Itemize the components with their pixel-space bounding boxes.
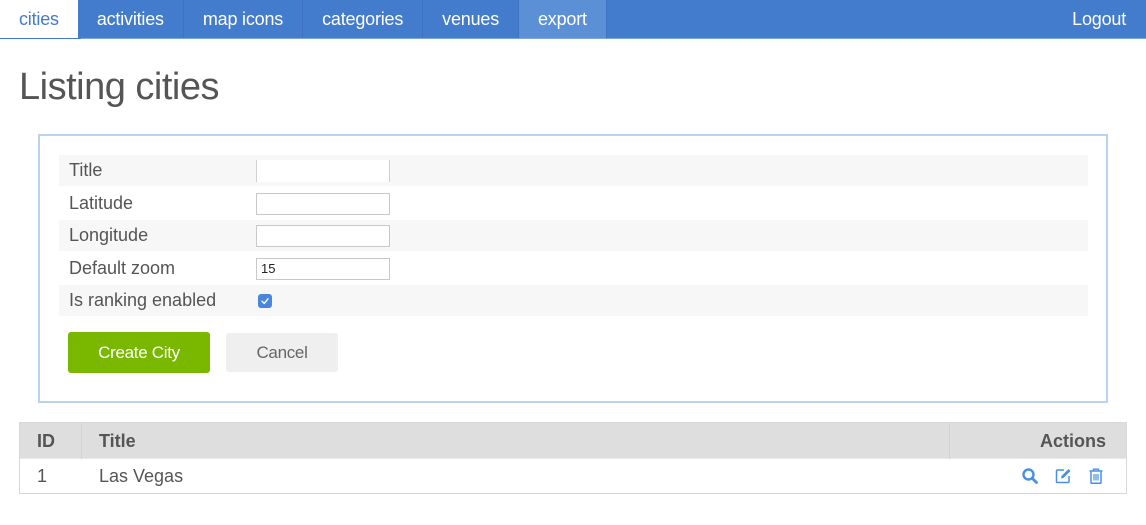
edit-icon[interactable]	[1053, 466, 1073, 486]
nav-tab-map-icons[interactable]: map icons	[184, 0, 304, 38]
nav-tab-cities[interactable]: cities	[0, 0, 78, 38]
nav-tab-venues[interactable]: venues	[423, 0, 519, 38]
cell-id: 1	[37, 465, 48, 486]
cancel-button[interactable]: Cancel	[226, 333, 338, 372]
form-row-ranking-enabled: Is ranking enabled	[59, 285, 1088, 316]
header-separator	[81, 423, 82, 459]
table-header: ID Title Actions	[20, 423, 1126, 459]
cell-title: Las Vegas	[99, 465, 184, 486]
default-zoom-label: Default zoom	[69, 258, 176, 278]
default-zoom-input[interactable]	[256, 257, 390, 280]
latitude-label: Latitude	[69, 193, 134, 213]
latitude-input[interactable]	[256, 192, 390, 215]
nav-tab-activities[interactable]: activities	[78, 0, 184, 38]
nav-tab-categories[interactable]: categories	[303, 0, 424, 38]
navbar-divider	[81, 38, 1146, 39]
row-actions	[1020, 459, 1106, 493]
longitude-label: Longitude	[69, 225, 149, 245]
title-input[interactable]	[256, 159, 390, 182]
form-row-latitude: Latitude	[59, 188, 1088, 219]
new-city-form: Title Latitude Longitude Default zoom Is…	[38, 134, 1108, 403]
header-id[interactable]: ID	[37, 423, 55, 459]
checkmark-icon	[261, 297, 269, 304]
top-navbar: cities activities map icons categories v…	[0, 0, 1146, 39]
nav-tab-export[interactable]: export	[519, 0, 607, 38]
ranking-enabled-label: Is ranking enabled	[69, 290, 217, 310]
longitude-input[interactable]	[256, 224, 390, 247]
page-title: Listing cities	[19, 66, 219, 108]
title-label: Title	[69, 160, 103, 180]
table-row: 1 Las Vegas	[20, 459, 1126, 493]
header-title[interactable]: Title	[99, 423, 136, 459]
form-row-title: Title	[59, 155, 1088, 186]
cities-table: ID Title Actions 1 Las Vegas	[19, 422, 1127, 494]
form-row-longitude: Longitude	[59, 220, 1088, 251]
create-city-button[interactable]: Create City	[68, 332, 210, 373]
form-row-default-zoom: Default zoom	[59, 253, 1088, 284]
header-actions: Actions	[1039, 430, 1106, 451]
view-icon[interactable]	[1020, 466, 1040, 486]
logout-link[interactable]: Logout	[1053, 0, 1146, 38]
delete-icon[interactable]	[1086, 466, 1106, 486]
ranking-enabled-checkbox[interactable]	[258, 293, 272, 308]
header-separator	[949, 423, 950, 459]
